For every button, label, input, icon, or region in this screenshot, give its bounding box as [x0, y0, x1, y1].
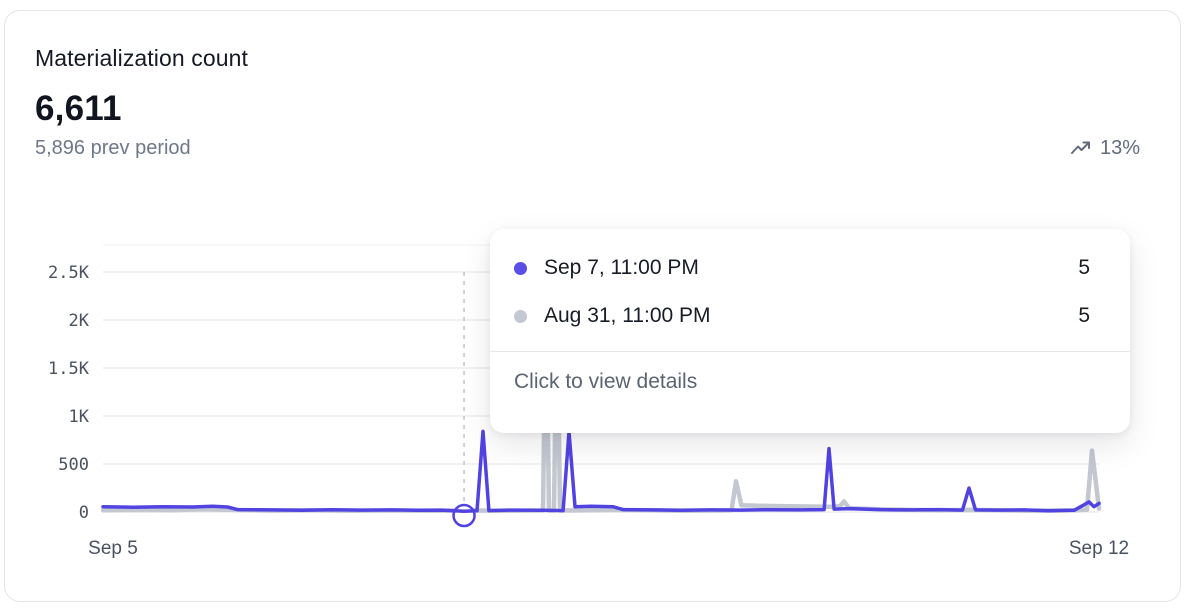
y-axis-tick-label: 1.5K [48, 359, 90, 379]
trend-percent: 13% [1100, 137, 1140, 160]
materialization-count-card: 0 500 1K 1.5K 2K 2.5K Sep 5 Sep 12 Materializat… [4, 10, 1181, 602]
metric-value: 6,611 [35, 89, 1140, 129]
y-axis-tick-label: 2.5K [48, 263, 90, 283]
tooltip-footer: Click to view details [514, 352, 1090, 394]
x-axis-tick-label: Sep 5 [88, 538, 138, 559]
tooltip-row-current: Sep 7, 11:00 PM 5 [514, 251, 1090, 285]
series-line [103, 431, 1099, 511]
y-axis-tick-label: 1K [69, 407, 90, 427]
current-series-dot-icon [514, 262, 527, 275]
trend-indicator: 13% [1070, 137, 1140, 160]
hover-point-marker [454, 505, 475, 526]
tooltip-row-value: 5 [1078, 256, 1090, 280]
page-title: Materialization count [35, 45, 1140, 72]
previous-series-dot-icon [514, 310, 527, 323]
tooltip-row-value: 5 [1078, 304, 1090, 328]
tooltip-row-label: Sep 7, 11:00 PM [544, 256, 1078, 280]
x-axis-tick-label: Sep 12 [1069, 538, 1129, 559]
chart-tooltip: Sep 7, 11:00 PM 5 Aug 31, 11:00 PM 5 Cli… [490, 229, 1130, 433]
y-axis-tick-label: 2K [69, 311, 90, 331]
y-axis-tick-label: 500 [58, 455, 89, 475]
trend-up-icon [1070, 139, 1092, 159]
tooltip-row-previous: Aug 31, 11:00 PM 5 [514, 299, 1090, 333]
card-header: Materialization count 6,611 5,896 prev p… [35, 45, 1140, 160]
tooltip-row-label: Aug 31, 11:00 PM [544, 304, 1078, 328]
metric-subrow: 5,896 prev period 13% [35, 137, 1140, 160]
y-axis-tick-label: 0 [79, 503, 89, 523]
prev-period-value: 5,896 prev period [35, 137, 191, 160]
